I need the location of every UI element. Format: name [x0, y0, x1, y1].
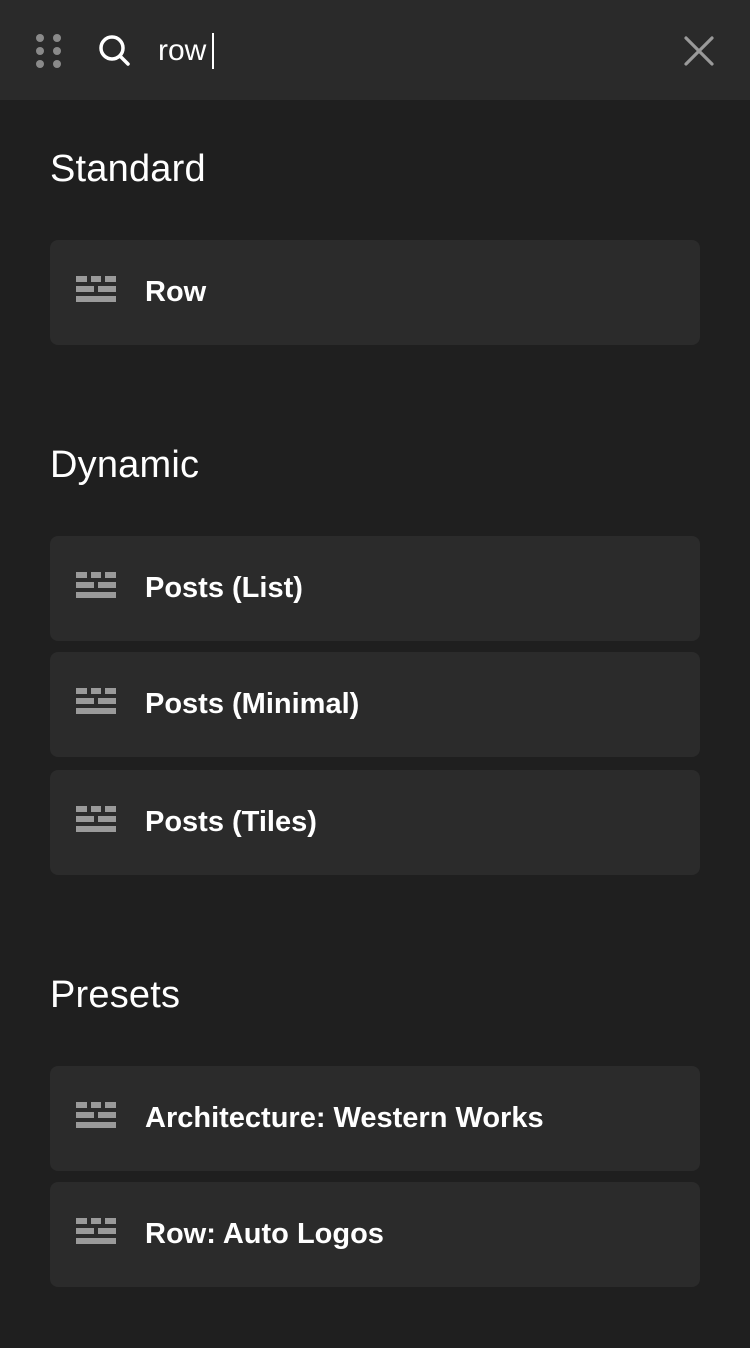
row-layout-icon — [76, 1102, 116, 1128]
close-icon — [684, 36, 714, 66]
section-title-dynamic: Dynamic — [50, 444, 200, 486]
element-item-label: Posts (Minimal) — [145, 688, 360, 720]
row-layout-icon — [76, 1218, 116, 1244]
close-button[interactable] — [676, 28, 722, 74]
element-item-row[interactable]: Row — [50, 240, 700, 345]
section-title-presets: Presets — [50, 974, 181, 1016]
element-item-label: Posts (List) — [145, 572, 303, 604]
row-layout-icon — [76, 806, 116, 832]
element-item-row-auto-logos[interactable]: Row: Auto Logos — [50, 1182, 700, 1287]
text-caret — [212, 33, 214, 69]
element-item-label: Posts (Tiles) — [145, 806, 317, 838]
row-layout-icon — [76, 276, 116, 302]
element-item-posts-list[interactable]: Posts (List) — [50, 536, 700, 641]
search-icon — [98, 34, 132, 68]
section-title-standard: Standard — [50, 148, 206, 190]
element-item-architecture-western-works[interactable]: Architecture: Western Works — [50, 1066, 700, 1171]
row-layout-icon — [76, 688, 116, 714]
element-item-posts-tiles[interactable]: Posts (Tiles) — [50, 770, 700, 875]
search-header — [0, 0, 750, 100]
search-input[interactable] — [158, 28, 638, 74]
row-layout-icon — [76, 572, 116, 598]
element-item-label: Architecture: Western Works — [145, 1102, 544, 1134]
element-item-posts-minimal[interactable]: Posts (Minimal) — [50, 652, 700, 757]
element-item-label: Row — [145, 276, 207, 308]
element-item-label: Row: Auto Logos — [145, 1218, 384, 1250]
drag-handle-icon[interactable] — [36, 34, 62, 68]
